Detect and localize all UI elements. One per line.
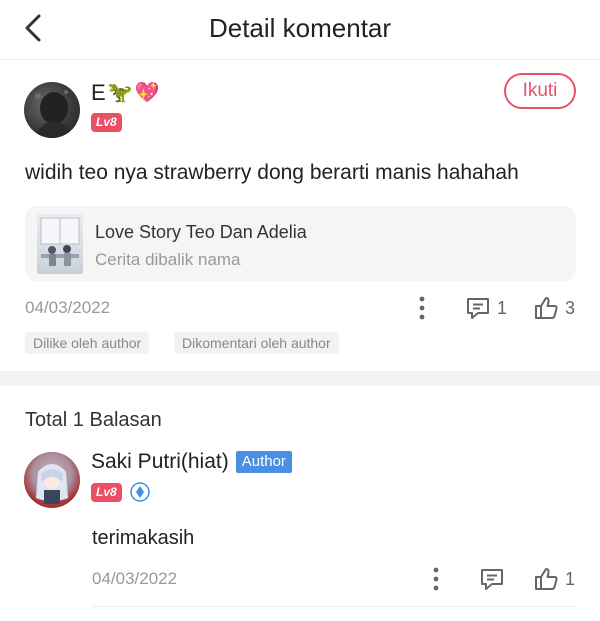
like-button[interactable]: 3 [533, 295, 575, 321]
comment-icon [481, 569, 503, 590]
level-badge: Lv8 [91, 113, 122, 132]
level-badge: Lv8 [91, 482, 122, 502]
reply-button[interactable]: 1 [465, 296, 507, 320]
replies-total: Total 1 Balasan [25, 409, 162, 431]
avatar-image [24, 452, 80, 508]
username: Saki Putri(hiat) [91, 450, 229, 473]
dinosaur-emoji: 🦖 [107, 82, 133, 104]
avatar-image [34, 90, 74, 138]
comment-icon [467, 298, 489, 319]
like-count: 1 [565, 568, 576, 589]
comment-text: widih teo nya strawberry dong berarti ma… [25, 161, 519, 184]
page-title: Detail komentar [208, 13, 392, 43]
story-subtitle: Cerita dibalik nama [95, 250, 241, 269]
verified-shield-icon [129, 482, 150, 502]
reply-button[interactable] [479, 567, 505, 591]
reply-text: terimakasih [92, 527, 195, 549]
reply-date: 04/03/2022 [92, 569, 178, 588]
reply-divider [92, 606, 576, 607]
author-badge: Author [235, 451, 292, 473]
section-divider [0, 371, 600, 386]
reply-author[interactable]: Saki Putri(hiat) Author [91, 450, 292, 474]
story-card[interactable]: Love Story Teo Dan Adelia Cerita dibalik… [25, 206, 576, 281]
username: E [91, 80, 106, 105]
more-vertical-icon[interactable] [432, 567, 440, 591]
thumbs-up-icon [535, 568, 558, 590]
like-count: 3 [565, 297, 576, 318]
follow-button[interactable]: Ikuti [504, 73, 576, 109]
like-button[interactable]: 1 [533, 566, 575, 592]
top-bar: Detail komentar [0, 0, 600, 60]
avatar[interactable] [24, 452, 80, 508]
story-title: Love Story Teo Dan Adelia [95, 222, 307, 242]
commenter-name[interactable]: E 🦖 💖 [91, 80, 160, 106]
comment-date: 04/03/2022 [25, 298, 111, 317]
sparkling-heart-emoji: 💖 [134, 82, 160, 104]
liked-by-author-tag: Dilike oleh author [25, 332, 150, 354]
commented-by-author-tag: Dikomentari oleh author [174, 332, 339, 354]
thumbs-up-icon [535, 297, 558, 319]
story-cover-image [37, 214, 83, 274]
more-vertical-icon[interactable] [418, 296, 426, 320]
reply-count: 1 [497, 297, 508, 318]
avatar[interactable] [24, 82, 80, 138]
reply-badges: Lv8 [91, 482, 150, 502]
